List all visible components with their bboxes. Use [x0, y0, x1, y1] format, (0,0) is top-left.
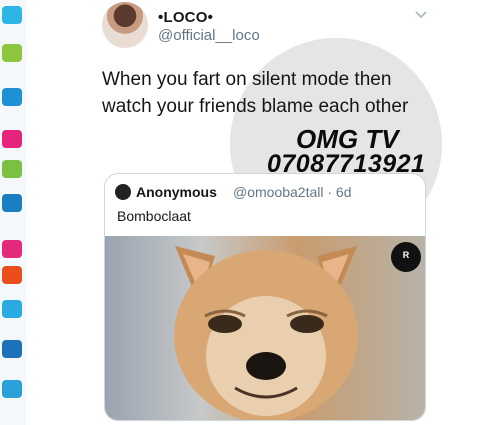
display-name[interactable]: •LOCO•	[158, 9, 213, 26]
dog-photo	[174, 246, 358, 420]
sticker-icon	[2, 340, 22, 358]
quoted-tweet[interactable]: Anonymous @omooba2tall · 6d Bomboclaat R	[104, 173, 426, 421]
sticker-icon	[2, 300, 22, 318]
logo-badge-text: R	[402, 250, 410, 260]
logo-badge: R	[391, 242, 421, 272]
sticker-icon	[2, 160, 22, 178]
sticker-icon	[2, 240, 22, 258]
avatar[interactable]	[102, 2, 148, 48]
sticker-strip	[0, 0, 26, 425]
tweet-card[interactable]: •LOCO• @official__loco When you fart on …	[92, 0, 442, 425]
chevron-down-icon[interactable]	[414, 8, 428, 22]
tweet-text: When you fart on silent mode then watch …	[102, 69, 409, 117]
sticker-icon	[2, 6, 22, 24]
user-handle[interactable]: @official__loco	[158, 27, 260, 44]
quoted-display-name[interactable]: Anonymous	[136, 184, 217, 200]
sticker-icon	[2, 380, 22, 398]
quoted-text: Bomboclaat	[117, 208, 191, 224]
quoted-avatar[interactable]	[115, 184, 131, 200]
quoted-handle[interactable]: @omooba2tall · 6d	[233, 184, 352, 200]
sticker-icon	[2, 88, 22, 106]
sticker-icon	[2, 130, 22, 148]
quoted-image[interactable]: R	[105, 236, 425, 420]
globe-icon	[2, 194, 22, 212]
sticker-icon	[2, 44, 22, 62]
sticker-icon	[2, 266, 22, 284]
